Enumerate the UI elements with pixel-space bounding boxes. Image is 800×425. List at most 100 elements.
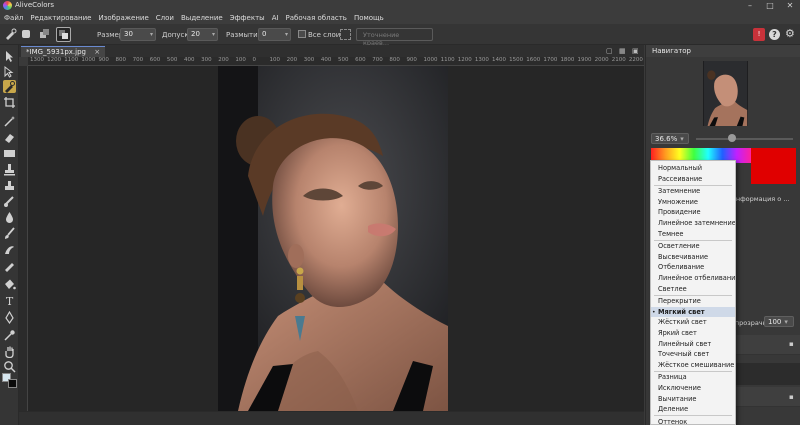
chevron-down-icon: ▾ <box>284 31 288 38</box>
background-color-swatch[interactable] <box>8 379 17 388</box>
drop-icon[interactable] <box>3 211 16 224</box>
blur-input[interactable]: 0 ▾ <box>258 28 291 41</box>
ruler-tick-label: 1700 <box>543 57 558 63</box>
menu-layers[interactable]: Слои <box>156 14 174 22</box>
blend-mode-option[interactable]: Точечный свет <box>651 349 735 360</box>
blend-mode-option[interactable]: Перекрытие <box>651 296 735 307</box>
ruler-tick-label: 800 <box>389 57 400 63</box>
ruler-tick-label: 1100 <box>64 57 79 63</box>
vector-pen-icon[interactable] <box>3 310 16 325</box>
blend-mode-option[interactable]: Оттенок <box>651 417 735 424</box>
blur-value: 0 <box>262 30 267 38</box>
gear-icon[interactable]: ⚙ <box>785 27 795 40</box>
menu-workspace[interactable]: Рабочая область <box>286 14 347 22</box>
zoom-slider-handle[interactable] <box>728 134 736 142</box>
new-selection-icon[interactable] <box>22 30 30 38</box>
crop-tool-icon[interactable] <box>3 96 16 109</box>
quick-selection-tool-icon[interactable] <box>3 80 16 93</box>
lock-icon[interactable]: ▪ <box>789 340 794 348</box>
pen-tool-icon[interactable] <box>3 259 16 272</box>
ruler-tick-label: 700 <box>132 57 144 63</box>
menu-help[interactable]: Помощь <box>354 14 384 22</box>
retouch-tool-icon[interactable] <box>3 195 16 208</box>
smudge-tool-icon[interactable] <box>3 243 16 256</box>
zoom-slider[interactable] <box>696 138 793 140</box>
eraser-tool-icon[interactable] <box>3 131 16 144</box>
grid-icon[interactable]: ▦ <box>619 47 627 55</box>
transform-tool-icon[interactable] <box>3 65 16 78</box>
menu-effects[interactable]: Эффекты <box>230 14 265 22</box>
minimize-icon[interactable]: – <box>740 0 760 11</box>
maximize-icon[interactable]: □ <box>760 0 780 11</box>
ruler-tick-label: 1900 <box>577 57 592 63</box>
navigator-thumbnail[interactable] <box>703 61 748 126</box>
gradient-tool-icon[interactable] <box>3 147 16 160</box>
blend-mode-option[interactable]: Жёсткий свет <box>651 317 735 328</box>
menu-select[interactable]: Выделение <box>181 14 223 22</box>
blend-mode-option[interactable]: Разница <box>651 372 735 383</box>
magic-wand-icon[interactable] <box>3 115 16 128</box>
stamp-tool-icon[interactable] <box>3 163 16 176</box>
zoom-tool-icon[interactable] <box>3 360 16 373</box>
blend-mode-option[interactable]: Отбеливание <box>651 262 735 273</box>
move-tool-icon[interactable] <box>3 50 16 63</box>
canvas-area[interactable] <box>28 66 644 411</box>
ruler-tick-label: 1300 <box>474 57 489 63</box>
menu-file[interactable]: Файл <box>4 14 23 22</box>
subtract-selection-icon[interactable] <box>56 27 71 42</box>
blend-mode-option[interactable]: Мягкий свет <box>651 306 735 318</box>
ruler-left <box>19 66 28 411</box>
selection-mode-icon[interactable] <box>340 29 351 40</box>
blend-mode-option[interactable]: Линейное отбеливание <box>651 273 735 284</box>
close-tab-icon[interactable]: × <box>94 48 100 56</box>
hand-tool-icon[interactable] <box>3 345 16 359</box>
clone-tool-icon[interactable] <box>3 179 16 192</box>
help-icon[interactable]: ? <box>769 29 780 40</box>
size-input[interactable]: 30 ▾ <box>120 28 156 41</box>
quick-select-tool-icon[interactable] <box>4 28 17 41</box>
text-tool-icon[interactable]: T <box>3 295 16 308</box>
all-layers-checkbox[interactable] <box>298 30 306 38</box>
blend-mode-option[interactable]: Высвечивание <box>651 252 735 263</box>
layer-row-selected[interactable] <box>726 363 800 385</box>
blend-mode-option[interactable]: Яркий свет <box>651 328 735 339</box>
menu-edit[interactable]: Редактирование <box>30 14 91 22</box>
selected-bullet-icon: • <box>652 308 656 316</box>
blend-mode-option[interactable]: Вычитание <box>651 394 735 405</box>
blend-mode-option[interactable]: Светлее <box>651 284 735 295</box>
blend-mode-option[interactable]: Рассеивание <box>651 174 735 185</box>
ruler-tick-label: 400 <box>184 57 195 63</box>
blend-mode-option[interactable]: Линейный свет <box>651 339 735 350</box>
add-selection-icon[interactable] <box>40 29 50 39</box>
eyedropper-tool-icon[interactable] <box>3 329 16 342</box>
document-tab[interactable]: *IMG_5931px.jpg × <box>21 46 106 57</box>
blend-mode-option[interactable]: Умножение <box>651 197 735 208</box>
opacity-input[interactable]: 100 ▾ <box>764 316 794 327</box>
menu-ai[interactable]: AI <box>272 14 279 22</box>
blend-mode-option[interactable]: Жёсткое смешивание <box>651 360 735 371</box>
document-icon[interactable]: ▢ <box>606 47 614 55</box>
blend-mode-option[interactable]: Линейное затемнение <box>651 218 735 229</box>
ruler-tick-label: 0 <box>252 57 256 63</box>
close-icon[interactable]: ✕ <box>780 0 800 11</box>
brush-tool-icon[interactable] <box>3 227 16 240</box>
refine-edges-button[interactable]: Уточнение краев... <box>356 28 433 47</box>
notification-icon[interactable]: ! <box>753 28 765 41</box>
lock-icon[interactable]: ▪ <box>789 393 794 401</box>
menu-image[interactable]: Изображение <box>98 14 148 22</box>
blend-mode-option[interactable]: Исключение <box>651 383 735 394</box>
tolerance-input[interactable]: 20 ▾ <box>187 28 218 41</box>
blend-mode-option[interactable]: Осветление <box>651 241 735 252</box>
blend-mode-option[interactable]: Провидение <box>651 207 735 218</box>
bucket-tool-icon[interactable] <box>3 279 16 292</box>
blend-mode-option[interactable]: Темнее <box>651 229 735 240</box>
layout-icon[interactable]: ▣ <box>632 47 640 55</box>
zoom-input[interactable]: 36.6% ▾ <box>651 133 689 144</box>
options-bar: Размер 30 ▾ Допуск 20 ▾ Размытие 0 ▾ Все сл… <box>0 24 800 47</box>
blend-mode-option[interactable]: Затемнение <box>651 186 735 197</box>
current-color-swatch[interactable] <box>751 148 796 184</box>
ruler-top: 1300 1200 1100 1000 900 800 700 600 500 400 300 200… <box>28 57 644 66</box>
blend-mode-option[interactable]: Деление <box>651 404 735 415</box>
ruler-tick-label: 2200 <box>628 57 643 63</box>
blend-mode-option[interactable]: Нормальный <box>651 163 735 174</box>
